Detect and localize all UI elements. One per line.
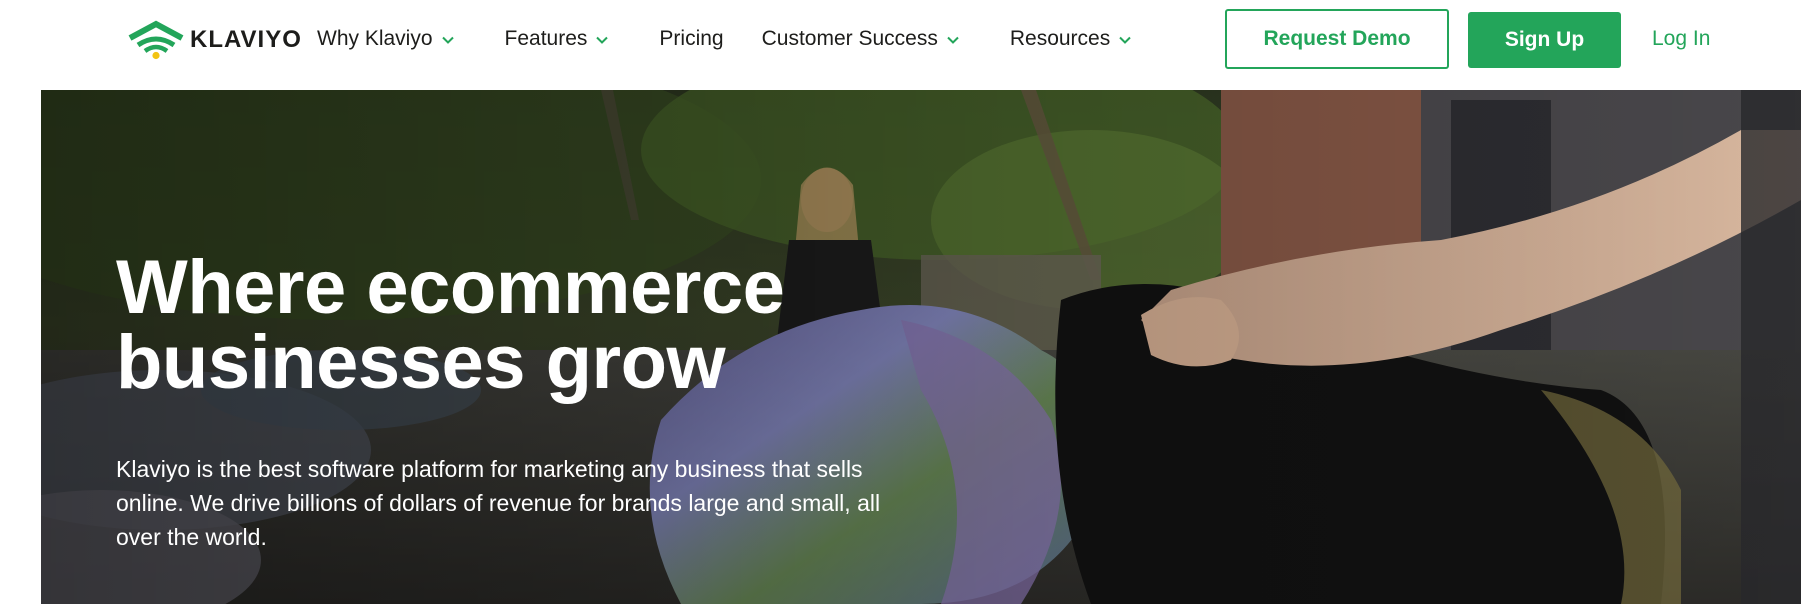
nav-item-why-klaviyo[interactable]: Why Klaviyo <box>317 27 455 51</box>
chevron-down-icon <box>441 36 454 44</box>
top-navigation-bar: KLAVIYO Why Klaviyo Features Pricing Cus… <box>0 0 1801 78</box>
nav-item-customer-success[interactable]: Customer Success <box>762 27 960 51</box>
log-in-link[interactable]: Log In <box>1652 22 1710 56</box>
hero-title: Where ecommerce businesses grow <box>116 245 936 405</box>
nav-item-features[interactable]: Features <box>505 27 610 51</box>
klaviyo-logo-icon <box>128 20 184 60</box>
nav-item-pricing[interactable]: Pricing <box>659 27 723 51</box>
klaviyo-logo[interactable]: KLAVIYO <box>128 20 302 60</box>
hero-title-line-2: businesses grow <box>116 320 726 405</box>
request-demo-button[interactable]: Request Demo <box>1225 9 1449 69</box>
hero-section: Where ecommerce businesses grow Klaviyo … <box>41 90 1801 604</box>
chevron-down-icon <box>596 36 609 44</box>
nav-item-label: Why Klaviyo <box>317 27 433 50</box>
nav-item-resources[interactable]: Resources <box>1010 27 1132 51</box>
sign-up-button[interactable]: Sign Up <box>1468 12 1621 68</box>
chevron-down-icon <box>947 36 959 44</box>
chevron-down-icon <box>1119 36 1131 44</box>
main-nav: Why Klaviyo Features Pricing Customer Su… <box>317 22 1132 56</box>
logo-wordmark: KLAVIYO <box>190 26 302 53</box>
hero-title-line-1: Where ecommerce <box>116 245 785 330</box>
nav-item-label: Customer Success <box>761 27 938 50</box>
nav-item-label: Features <box>504 27 588 50</box>
hero-description: Klaviyo is the best software platform fo… <box>116 456 881 550</box>
nav-item-label: Resources <box>1009 27 1111 50</box>
nav-item-label: Pricing <box>659 27 724 50</box>
